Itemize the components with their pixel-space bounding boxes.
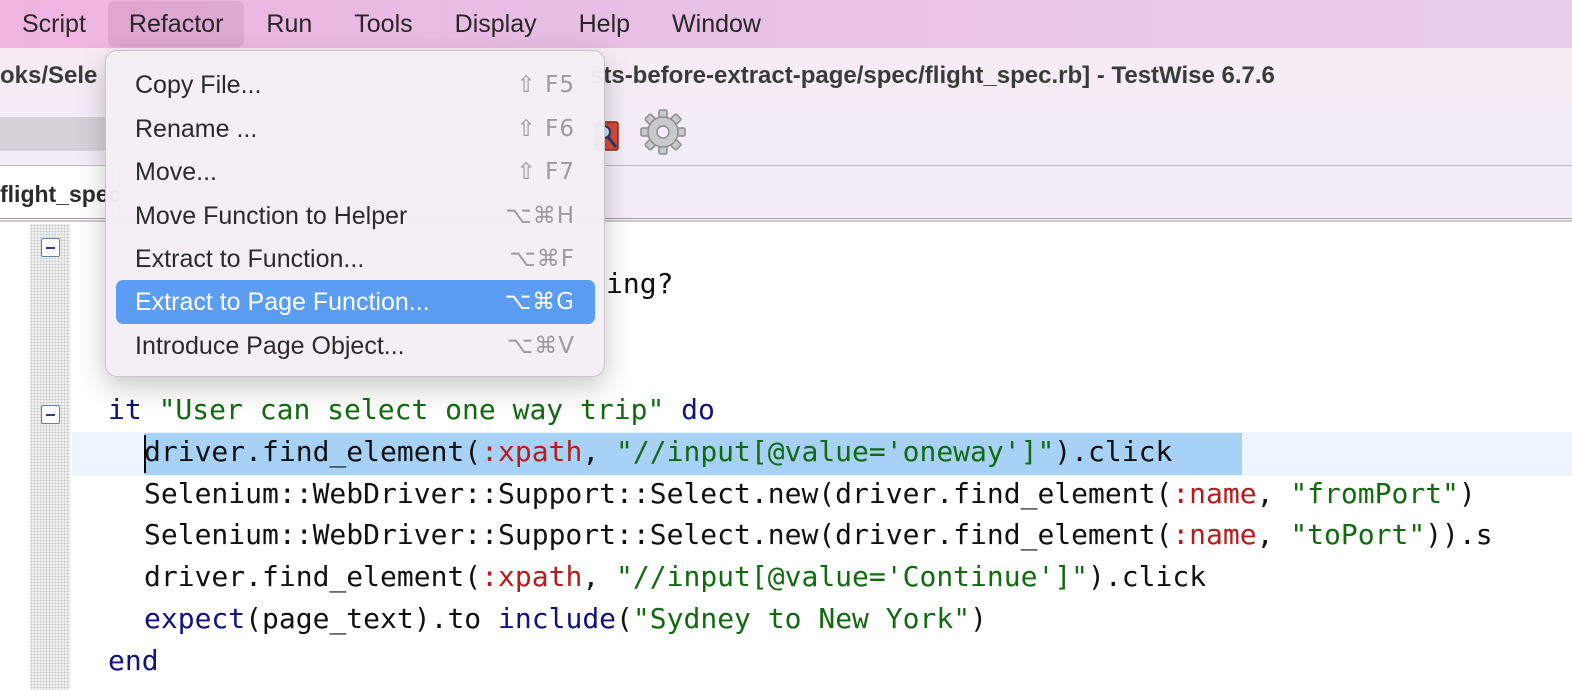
code-line: expect(page_text).to include("Sydney to … bbox=[144, 602, 987, 635]
menu-item-extract-to-page-function[interactable]: Extract to Page Function... ⌥⌘G bbox=[116, 280, 595, 324]
window-title-right: sts-before-extract-page/spec/flight_spec… bbox=[590, 62, 1275, 89]
menu-item-rename[interactable]: Rename ... ⇧ F6 bbox=[116, 107, 595, 151]
code-line-partial: ing? bbox=[606, 267, 674, 300]
fold-toggle-icon[interactable] bbox=[41, 405, 60, 424]
code-line: end bbox=[108, 644, 159, 677]
text-caret bbox=[144, 435, 146, 473]
menu-display[interactable]: Display bbox=[434, 0, 558, 48]
menu-item-move[interactable]: Move... ⇧ F7 bbox=[116, 150, 595, 194]
menu-script[interactable]: Script bbox=[0, 0, 107, 48]
menu-tools[interactable]: Tools bbox=[333, 0, 433, 48]
code-line: it "User can select one way trip" do bbox=[108, 393, 715, 426]
gear-icon[interactable] bbox=[636, 106, 690, 158]
menu-bar: Script Refactor Run Tools Display Help W… bbox=[0, 0, 1572, 48]
menu-refactor[interactable]: Refactor bbox=[107, 1, 245, 47]
menu-item-copy-file[interactable]: Copy File... ⇧ F5 bbox=[116, 63, 595, 107]
tab-flight-spec[interactable]: flight_spec.rb bbox=[0, 166, 120, 220]
menu-item-move-function-to-helper[interactable]: Move Function to Helper ⌥⌘H bbox=[116, 194, 595, 238]
editor-gutter bbox=[30, 224, 70, 690]
menu-item-introduce-page-object[interactable]: Introduce Page Object... ⌥⌘V bbox=[116, 324, 595, 368]
code-line: driver.find_element(:xpath, "//input[@va… bbox=[144, 560, 1207, 593]
refactor-menu: Copy File... ⇧ F5 Rename ... ⇧ F6 Move..… bbox=[105, 50, 605, 377]
code-line-selected: driver.find_element(:xpath, "//input[@va… bbox=[144, 435, 1173, 468]
menu-item-extract-to-function[interactable]: Extract to Function... ⌥⌘F bbox=[116, 237, 595, 281]
code-line: Selenium::WebDriver::Support::Select.new… bbox=[144, 477, 1476, 510]
menu-window[interactable]: Window bbox=[651, 0, 782, 48]
toolbar-field bbox=[0, 117, 108, 151]
code-line: Selenium::WebDriver::Support::Select.new… bbox=[144, 518, 1493, 551]
menu-run[interactable]: Run bbox=[245, 0, 333, 48]
window-title-left: oks/Sele bbox=[0, 62, 98, 89]
menu-help[interactable]: Help bbox=[558, 0, 651, 48]
fold-toggle-icon[interactable] bbox=[41, 238, 60, 257]
